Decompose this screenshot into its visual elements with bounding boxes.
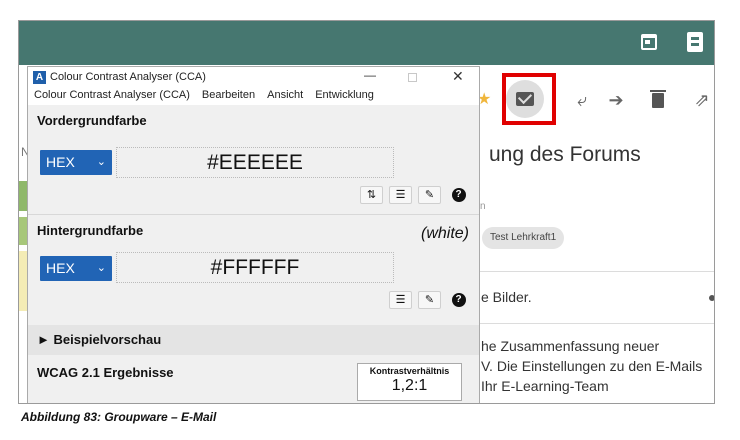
cca-menubar: Colour Contrast Analyser (CCA) Bearbeite… xyxy=(28,87,479,105)
dot-icon xyxy=(709,295,714,301)
foreground-heading: Vordergrundfarbe xyxy=(37,113,147,128)
background-section: Hintergrundfarbe (white) HEX ⌄ #FFFFFF ☰… xyxy=(28,215,479,325)
foreground-section: Vordergrundfarbe HEX ⌄ #EEEEEE ⇅ ☰ ✎ ? xyxy=(28,105,479,215)
menu-item-edit[interactable]: Bearbeiten xyxy=(202,87,255,105)
cca-window-title: Colour Contrast Analyser (CCA) xyxy=(50,71,206,83)
figure-caption: Abbildung 83: Groupware – E-Mail xyxy=(21,410,217,424)
highlight-box xyxy=(502,73,556,125)
recipient-tag[interactable]: Test Lehrkraft1 xyxy=(482,227,565,249)
foreground-buttons: ⇅ ☰ ✎ ? xyxy=(360,186,470,204)
sliders-icon[interactable]: ☰ xyxy=(389,186,412,204)
contrast-ratio-label: Kontrastverhältnis xyxy=(369,366,450,376)
calendar-icon[interactable] xyxy=(636,29,662,55)
menu-item-app[interactable]: Colour Contrast Analyser (CCA) xyxy=(34,87,190,105)
cca-titlebar: A Colour Contrast Analyser (CCA) — ✕ xyxy=(28,67,479,87)
help-icon: ? xyxy=(451,188,466,202)
maximize-icon[interactable] xyxy=(408,73,417,82)
forward-icon[interactable]: ➔ xyxy=(605,89,627,111)
sliders-icon[interactable]: ☰ xyxy=(389,291,412,309)
color-name-label: (white) xyxy=(420,225,469,242)
swap-icon[interactable]: ⇅ xyxy=(360,186,383,204)
message-body-line: V. Die Einstellungen zu den E-Mails xyxy=(481,358,703,374)
trash-icon[interactable] xyxy=(647,89,669,111)
cca-app-icon: A xyxy=(33,71,46,84)
message-title: ung des Forums xyxy=(489,143,641,166)
help-icon: ? xyxy=(451,293,466,307)
menu-item-dev[interactable]: Entwicklung xyxy=(315,87,374,105)
contrast-ratio-box: Kontrastverhältnis 1,2:1 xyxy=(357,363,462,401)
background-buttons: ☰ ✎ ? xyxy=(389,291,470,309)
open-external-icon[interactable]: ⇗ xyxy=(691,89,713,111)
help-button[interactable]: ? xyxy=(447,291,470,309)
chevron-down-icon: ⌄ xyxy=(96,262,106,274)
preview-label: Beispielvorschau xyxy=(53,332,162,347)
eyedropper-icon[interactable]: ✎ xyxy=(418,291,441,309)
chevron-down-icon: ⌄ xyxy=(96,156,106,168)
background-hex-input[interactable]: #FFFFFF xyxy=(116,252,394,283)
foreground-format-select[interactable]: HEX ⌄ xyxy=(40,150,112,175)
close-icon[interactable]: ✕ xyxy=(452,68,464,85)
help-button[interactable]: ? xyxy=(447,186,470,204)
divider xyxy=(474,271,714,272)
cca-window: A Colour Contrast Analyser (CCA) — ✕ Col… xyxy=(27,66,480,403)
message-body-line: he Zusammenfassung neuer xyxy=(481,338,660,354)
foreground-hex-input[interactable]: #EEEEEE xyxy=(116,147,394,178)
message-line: e Bilder. xyxy=(481,289,532,305)
eyedropper-icon[interactable]: ✎ xyxy=(418,186,441,204)
divider xyxy=(474,323,714,324)
format-label: HEX xyxy=(46,154,75,170)
address-book-icon[interactable] xyxy=(682,29,708,55)
preview-toggle[interactable]: ► Beispielvorschau xyxy=(28,325,479,355)
reply-icon[interactable]: ⤶ xyxy=(571,89,593,111)
background-format-select[interactable]: HEX ⌄ xyxy=(40,256,112,281)
screenshot-frame: N ★ ⤶ ➔ ⇗ ung des Forums n Test Lehrkraf… xyxy=(18,20,715,404)
format-label: HEX xyxy=(46,260,75,276)
message-body-line: Ihr E-Learning-Team xyxy=(481,378,609,394)
wcag-results-heading: WCAG 2.1 Ergebnisse xyxy=(37,365,174,380)
groupware-header xyxy=(19,21,714,65)
background-heading: Hintergrundfarbe xyxy=(37,223,144,238)
minimize-icon[interactable]: — xyxy=(364,68,376,82)
menu-item-view[interactable]: Ansicht xyxy=(267,87,303,105)
expand-arrow-icon: ► xyxy=(37,332,50,347)
message-meta: n xyxy=(480,201,486,212)
message-body: he Zusammenfassung neuer V. Die Einstell… xyxy=(481,336,702,396)
contrast-ratio-value: 1,2:1 xyxy=(391,377,428,394)
